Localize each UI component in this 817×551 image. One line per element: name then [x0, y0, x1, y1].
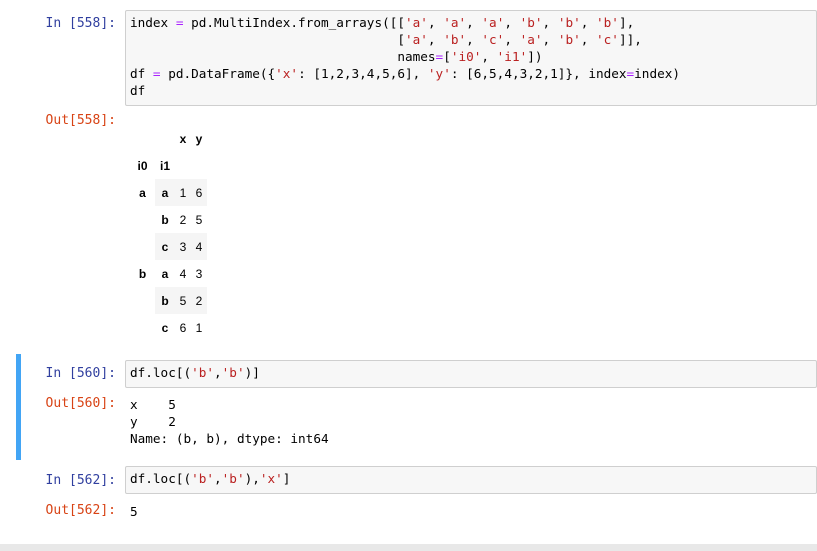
column-header-row: x y — [130, 125, 207, 152]
cell-y: 5 — [195, 212, 203, 227]
index-level-0: b — [138, 266, 147, 281]
cell-x: 5 — [175, 287, 191, 314]
table-row: c 3 4 — [130, 233, 207, 260]
index-level-1: a — [161, 266, 169, 281]
code-editor[interactable]: df.loc[('b','b')] — [125, 360, 817, 388]
output-text: 5 — [130, 503, 138, 520]
code-line: names=['i0', 'i1']) — [130, 49, 543, 64]
input-prompt: In [560]: — [45, 366, 116, 381]
code-block: df.loc[('b','b')] — [130, 364, 260, 381]
table-row: b a 4 3 — [130, 260, 207, 287]
index-level-1: b — [155, 287, 175, 314]
code-line: df = pd.DataFrame({'x': [1,2,3,4,5,6], '… — [130, 66, 681, 81]
column-header: x — [179, 131, 187, 146]
output-line: 5 — [130, 504, 138, 519]
output-line: x 5 — [130, 397, 176, 412]
cell-x: 1 — [175, 179, 191, 206]
code-block: index = pd.MultiIndex.from_arrays([['a',… — [130, 14, 680, 99]
horizontal-scrollbar[interactable] — [0, 544, 817, 551]
index-level-1: c — [161, 320, 169, 335]
index-level-0 — [130, 314, 155, 341]
notebook-cell-562[interactable]: In [562]: df.loc[('b','b'),'x'] Out[562]… — [16, 462, 817, 532]
output-prompt: Out[558]: — [45, 113, 116, 128]
index-name: i1 — [159, 158, 170, 173]
index-name-row: i0 i1 — [130, 152, 207, 179]
index-level-0 — [130, 206, 155, 233]
output-line: y 2 — [130, 414, 176, 429]
code-line: df — [130, 83, 146, 98]
column-header: y — [195, 131, 203, 146]
cell-y: 1 — [195, 320, 203, 335]
cell-x: 6 — [179, 320, 187, 335]
table-row: a a 1 6 — [130, 179, 207, 206]
code-line: index = pd.MultiIndex.from_arrays([['a',… — [130, 15, 635, 30]
notebook-cell-558[interactable]: In [558]: index = pd.MultiIndex.from_arr… — [16, 0, 817, 350]
cell-y: 4 — [191, 233, 207, 260]
index-level-1: a — [155, 179, 175, 206]
table-row: b 5 2 — [130, 287, 207, 314]
input-prompt: In [558]: — [45, 16, 116, 31]
output-line: Name: (b, b), dtype: int64 — [130, 431, 329, 446]
index-level-0 — [130, 233, 155, 260]
index-name: i0 — [137, 158, 148, 173]
index-level-1: b — [161, 212, 169, 227]
input-prompt: In [562]: — [45, 473, 116, 488]
code-line: df.loc[('b','b')] — [130, 365, 260, 380]
cell-y: 6 — [191, 179, 207, 206]
code-editor[interactable]: df.loc[('b','b'),'x'] — [125, 466, 817, 494]
index-level-0: a — [139, 185, 146, 200]
cell-y: 3 — [195, 266, 203, 281]
code-editor[interactable]: index = pd.MultiIndex.from_arrays([['a',… — [125, 10, 817, 106]
index-level-1: c — [155, 233, 175, 260]
cell-x: 4 — [179, 266, 187, 281]
cell-x: 3 — [175, 233, 191, 260]
dataframe-table: x y i0 i1 a a 1 6 b 2 5 c 3 4 b a 4 3 b … — [130, 125, 207, 341]
code-block: df.loc[('b','b'),'x'] — [130, 470, 290, 487]
output-prompt: Out[560]: — [45, 396, 116, 411]
cell-y: 2 — [191, 287, 207, 314]
code-line: ['a', 'b', 'c', 'a', 'b', 'c']], — [130, 32, 642, 47]
index-level-0 — [130, 287, 155, 314]
code-line: df.loc[('b','b'),'x'] — [130, 471, 291, 486]
output-prompt: Out[562]: — [45, 503, 116, 518]
table-row: b 2 5 — [130, 206, 207, 233]
notebook-cell-560[interactable]: In [560]: df.loc[('b','b')] Out[560]: x … — [16, 354, 817, 460]
table-row: c 6 1 — [130, 314, 207, 341]
output-text: x 5 y 2 Name: (b, b), dtype: int64 — [130, 396, 329, 447]
cell-x: 2 — [179, 212, 187, 227]
